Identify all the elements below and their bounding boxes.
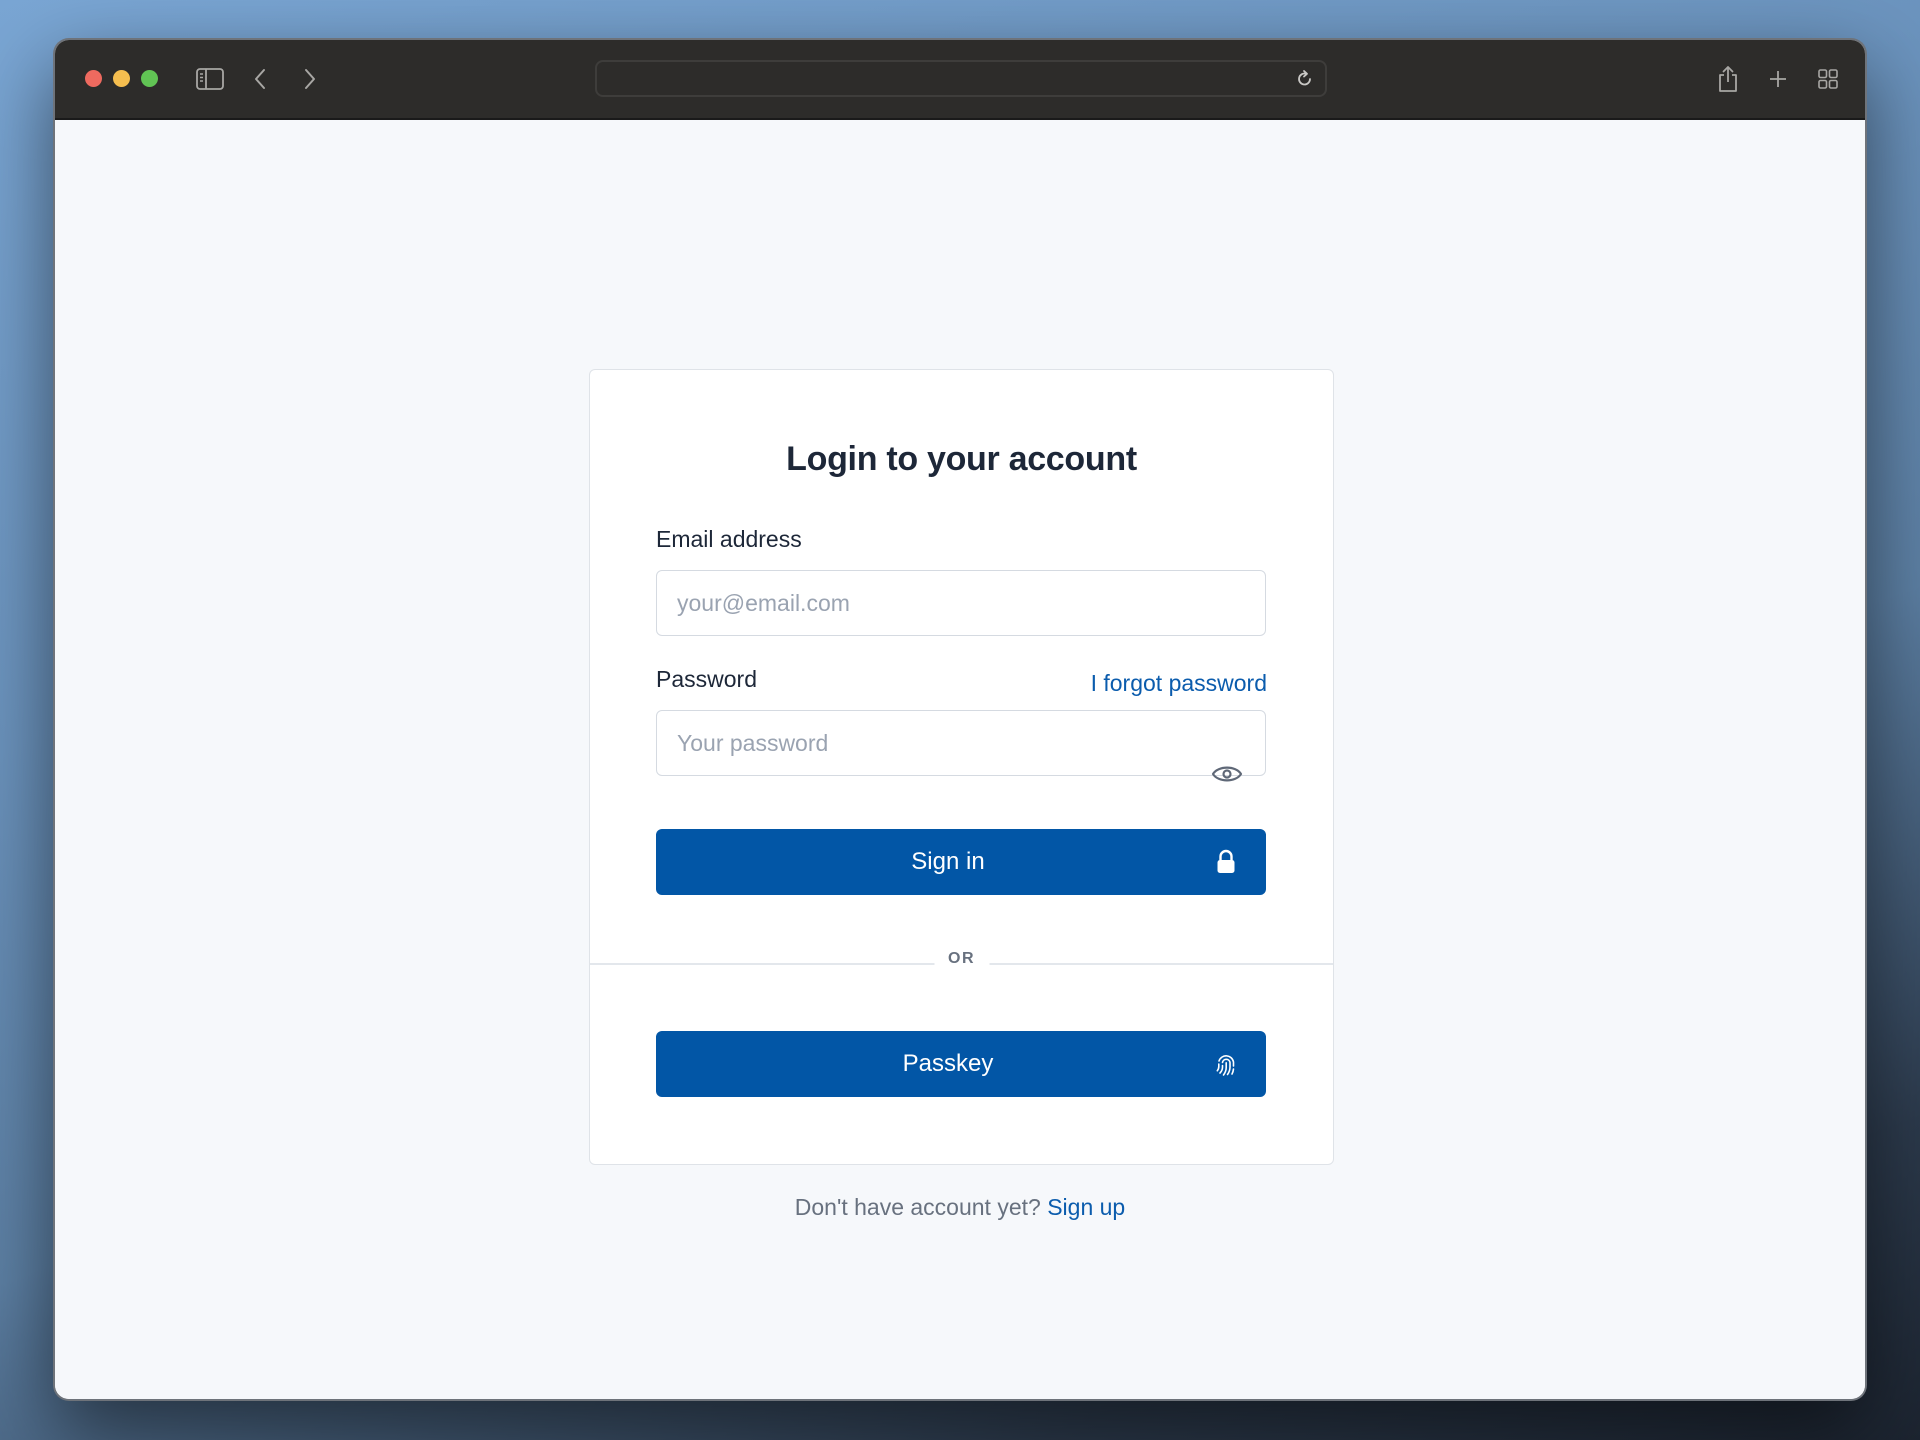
signup-prompt: Don't have account yet? Sign up — [55, 1194, 1865, 1221]
plus-icon[interactable] — [1763, 64, 1793, 94]
lock-icon — [1214, 849, 1238, 875]
maximize-window-button[interactable] — [141, 70, 158, 87]
sidebar-icon[interactable] — [195, 64, 225, 94]
reload-icon[interactable] — [1295, 69, 1315, 89]
signup-prompt-text: Don't have account yet? — [794, 1194, 1041, 1220]
passkey-label: Passkey — [902, 1050, 994, 1077]
page-title: Login to your account — [786, 440, 1137, 478]
passkey-button[interactable]: Passkey — [656, 1031, 1266, 1097]
sign-in-button[interactable]: Sign in — [656, 829, 1266, 895]
password-label: Password — [656, 666, 757, 692]
or-text: OR — [934, 950, 989, 968]
close-window-button[interactable] — [85, 70, 102, 87]
browser-toolbar — [55, 40, 1865, 120]
page-content: Login to your account Email address Pass… — [55, 120, 1865, 1399]
login-card: Login to your account Email address Pass… — [589, 369, 1334, 1165]
chevron-left-icon[interactable] — [245, 64, 275, 94]
forgot-password-link[interactable]: I forgot password — [1091, 670, 1267, 697]
eye-icon[interactable] — [1211, 763, 1243, 785]
password-input[interactable] — [656, 710, 1266, 776]
share-icon[interactable] — [1713, 64, 1743, 94]
sign-in-label: Sign in — [911, 848, 985, 875]
email-label: Email address — [656, 526, 802, 552]
email-input[interactable] — [656, 570, 1266, 636]
fingerprint-icon — [1214, 1051, 1238, 1077]
chevron-right-icon[interactable] — [295, 64, 325, 94]
grid-icon[interactable] — [1813, 64, 1843, 94]
browser-window: Login to your account Email address Pass… — [55, 40, 1865, 1399]
address-bar[interactable] — [595, 60, 1327, 97]
sign-up-link[interactable]: Sign up — [1047, 1194, 1125, 1220]
minimize-window-button[interactable] — [113, 70, 130, 87]
